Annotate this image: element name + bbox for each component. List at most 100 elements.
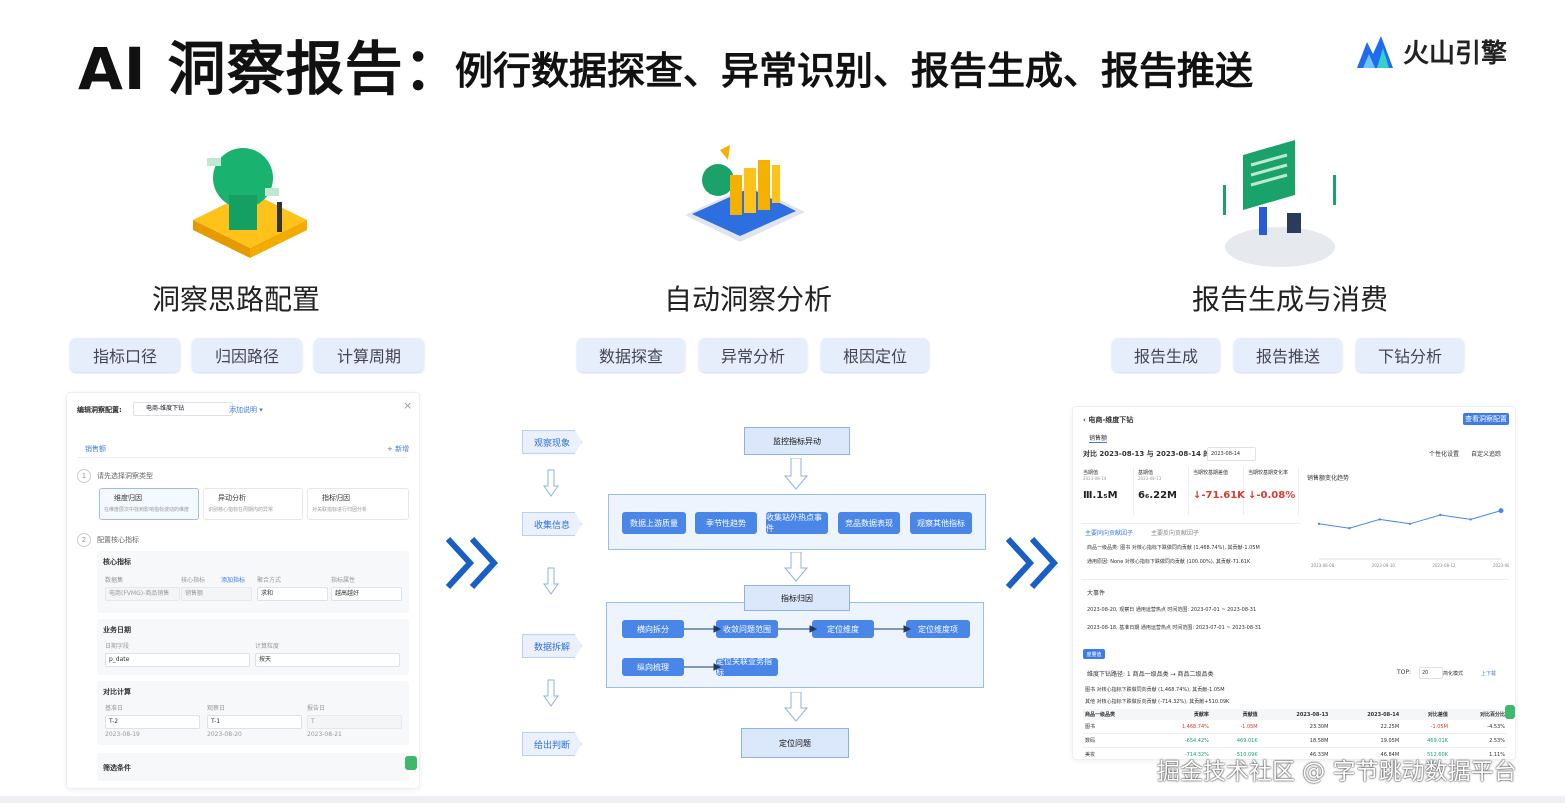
assistant-icon[interactable] <box>405 756 417 770</box>
metric-card: 当期较基期变化率 ↓-0.08% <box>1246 467 1299 515</box>
top-n-input[interactable]: 20 <box>1419 667 1443 679</box>
close-icon[interactable]: × <box>403 399 412 412</box>
report-day-select[interactable]: T <box>307 715 402 729</box>
core-metric-section: 核心指标 数据集 核心指标 添加指标 聚合方式 指标属性 电商(FVMG)-商品… <box>97 551 409 613</box>
metric-sub: 2023-08-13 <box>1138 476 1162 481</box>
col-label: 基准日 <box>105 705 124 712</box>
table-cell: -1.05M <box>1210 720 1260 734</box>
granularity-select[interactable]: 按天 <box>255 653 400 667</box>
report-tab-sales[interactable]: 销售额 <box>1089 433 1108 443</box>
volcano-icon <box>1357 35 1393 68</box>
type-card-anomaly[interactable]: 异动分析 识别核心指标在周期内的异常 <box>203 488 303 520</box>
col-label: 报告日 <box>307 705 326 712</box>
metric-value: ↓-0.08% <box>1248 490 1296 501</box>
metric-value: Ⅲ.1₅M <box>1083 490 1118 501</box>
flow-box: 观察其他指标 <box>910 512 972 534</box>
date-field-select[interactable]: p_date <box>105 653 250 667</box>
compare-section: 对比计算 基准日 观察日 报告日 T-2 T-1 T 2023-08-19 20… <box>97 681 409 745</box>
col-label: 数据集 <box>105 577 124 584</box>
table-cell: 1,468.74% <box>1149 720 1211 734</box>
analysis-illustration <box>685 145 805 242</box>
col-label: 聚合方式 <box>257 577 282 584</box>
tag-report-push: 报告推送 <box>1234 338 1342 372</box>
step-2-icon: 2 <box>77 533 91 547</box>
trend-series-line <box>1318 510 1502 529</box>
table-cell: -4.53% <box>1449 720 1507 734</box>
drill-note: 其他 对核心指标下跌做反向贡献 (-714.32%), 其贡献+510.09K <box>1085 699 1230 705</box>
col-label: 观察日 <box>207 705 226 712</box>
export-link[interactable]: 上下载 <box>1481 670 1496 677</box>
table-cell: 469.01K <box>1210 733 1260 748</box>
brand-name: 火山引擎 <box>1403 39 1508 69</box>
step-1-icon: 1 <box>77 469 91 483</box>
report-breadcrumb[interactable]: ‹ 电商-维度下钻 <box>1083 415 1133 425</box>
config-illustration <box>193 148 307 258</box>
view-config-button[interactable]: 查看洞察配置 <box>1463 413 1509 425</box>
metric-cards: 当期值 2023-08-14 Ⅲ.1₅M 基期值 2023-08-13 6₆.22M 当期较… <box>1081 467 1303 517</box>
trend-point <box>1317 522 1321 525</box>
agg-select[interactable]: 求和 <box>257 587 328 601</box>
metric-label: 基期值 <box>1138 470 1154 476</box>
type-name: 异动分析 <box>218 494 246 502</box>
top-label: TOP: <box>1397 669 1412 676</box>
col-label: 核心指标 <box>181 577 206 584</box>
table-header-cell: 贡献率 <box>1149 709 1211 720</box>
select-value: p_date <box>109 656 130 663</box>
table-cell: -654.42% <box>1149 733 1211 748</box>
trend-title: 销售额变化趋势 <box>1307 475 1350 482</box>
select-value: 销售额 <box>185 590 204 597</box>
table-cell: 23.30M <box>1259 720 1331 734</box>
factor-tab-negative[interactable]: 主要反向贡献因子 <box>1151 528 1199 537</box>
table-header-cell: 对比差值 <box>1401 709 1450 720</box>
trend-point <box>1498 508 1504 514</box>
add-new-button[interactable]: + 新增 <box>387 444 409 454</box>
factor-tab-positive[interactable]: 主要同向贡献因子 <box>1085 528 1133 537</box>
add-desc-link[interactable]: 添加说明 ▾ <box>229 405 263 415</box>
metric-label: 当期值 <box>1083 470 1099 476</box>
event-item: 2023-08-18, 基准日期 通用运营热点 时间范围: 2023-07-01… <box>1087 625 1262 631</box>
tab-sales[interactable]: 销售额 <box>85 444 106 454</box>
flow-box: 竞品数据表现 <box>838 512 900 534</box>
type-desc: 识别核心指标在周期内的异常 <box>208 507 274 513</box>
dataset-select[interactable]: 电商(FVMG)-商品销售 <box>105 587 180 601</box>
observe-day-select[interactable]: T-1 <box>207 715 302 729</box>
custom-track[interactable]: 自定义追踪 <box>1471 449 1501 458</box>
metric-sub <box>1193 476 1243 482</box>
personal-settings[interactable]: 个性化设置 <box>1429 449 1459 458</box>
metric-select[interactable]: 销售额 <box>181 587 252 601</box>
select-value: 越高越好 <box>335 590 360 597</box>
tag-report-gen: 报告生成 <box>1112 338 1220 372</box>
down-arrows <box>543 469 559 707</box>
type-card-metric[interactable]: 指标归因 对关联指标进行归因分析 <box>307 488 409 520</box>
select-value: T-2 <box>109 718 119 725</box>
metric-tabbar: 销售额 + 新增 <box>77 441 409 458</box>
col-label: 计算粒度 <box>255 643 280 650</box>
date-picker[interactable]: 2023-08-14 <box>1207 447 1256 461</box>
config-name-input[interactable]: 电商-维度下钻 <box>133 402 233 416</box>
config-header-label: 编辑洞察配置: <box>77 406 122 414</box>
tag-calc-period: 计算周期 <box>314 338 424 372</box>
assistant-icon[interactable] <box>1505 705 1515 719</box>
table-header-cell: 对比百分比 <box>1449 709 1507 720</box>
mode-toggle[interactable]: 简化模式 <box>1443 670 1463 677</box>
chevron-right-icon <box>1005 536 1059 590</box>
filter-section: 筛选条件 <box>97 753 409 781</box>
type-name: 维度归因 <box>114 494 142 502</box>
events-title: 大事件 <box>1087 590 1106 597</box>
table-row[interactable]: 数码 -654.42% 469.01K 18.58M 19.05M 469.01K 2.53… <box>1083 733 1507 748</box>
section-title: 筛选条件 <box>103 764 131 772</box>
base-day-select[interactable]: T-2 <box>105 715 200 729</box>
col-label: 日期字段 <box>105 643 130 650</box>
table-header-cell: 贡献值 <box>1210 709 1260 720</box>
table-cell: 469.01K <box>1401 733 1450 748</box>
table-row[interactable]: 图书 1,468.74% -1.05M 23.30M 22.25M -1.05M -4.53… <box>1083 720 1507 734</box>
type-desc: 对关联指标进行归因分析 <box>312 507 368 513</box>
attr-select[interactable]: 越高越好 <box>331 587 402 601</box>
step-2-label: 配置核心指标 <box>97 536 139 544</box>
tag-root-cause: 根因定位 <box>821 338 929 372</box>
metric-value-button[interactable]: 度量值 <box>1083 649 1105 659</box>
metric-value: 6₆.22M <box>1138 490 1178 501</box>
trend-line-chart: 2023-08-08 2023-08-10 2023-08-12 2023-08-14 <box>1311 508 1509 568</box>
metric-card: 基期值 2023-08-13 6₆.22M <box>1136 467 1189 515</box>
type-card-dimension[interactable]: 维度归因 在维度层次中找到影响指标波动的维度 <box>99 488 199 520</box>
